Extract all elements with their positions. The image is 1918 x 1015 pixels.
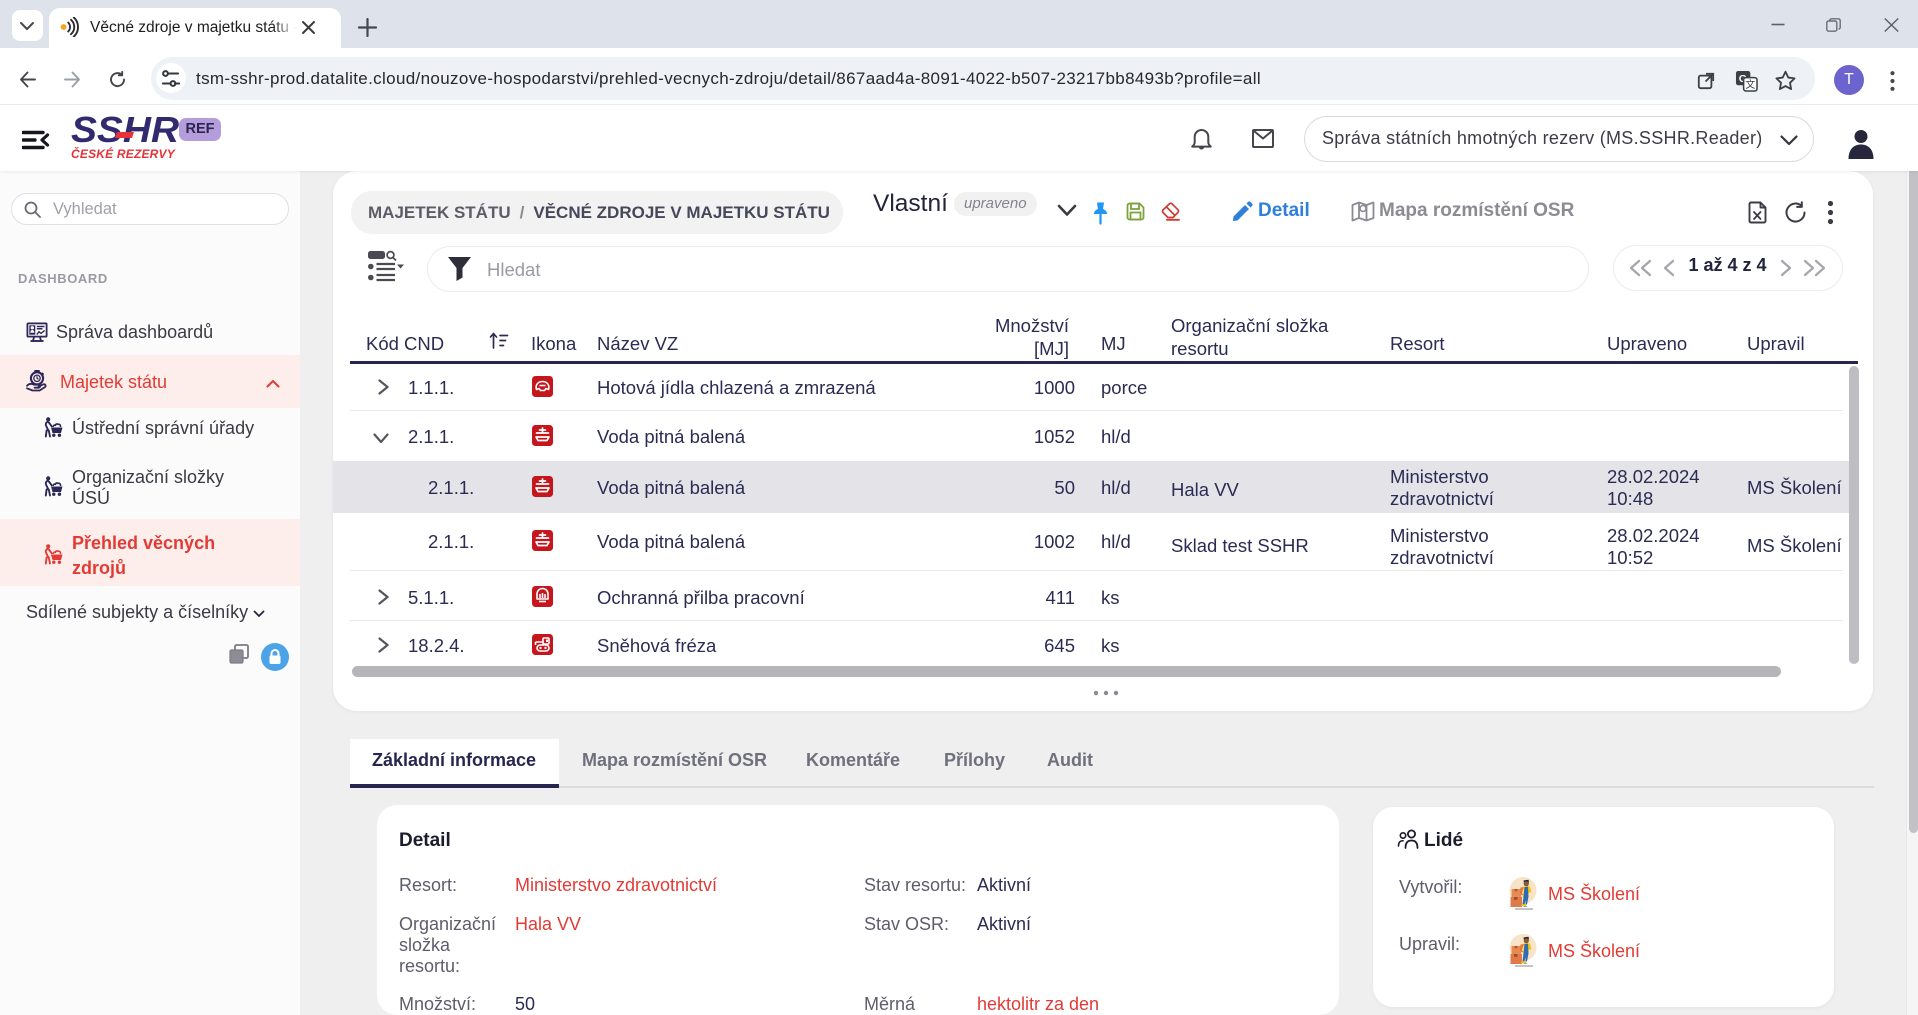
- svg-text:文: 文: [1745, 78, 1755, 91]
